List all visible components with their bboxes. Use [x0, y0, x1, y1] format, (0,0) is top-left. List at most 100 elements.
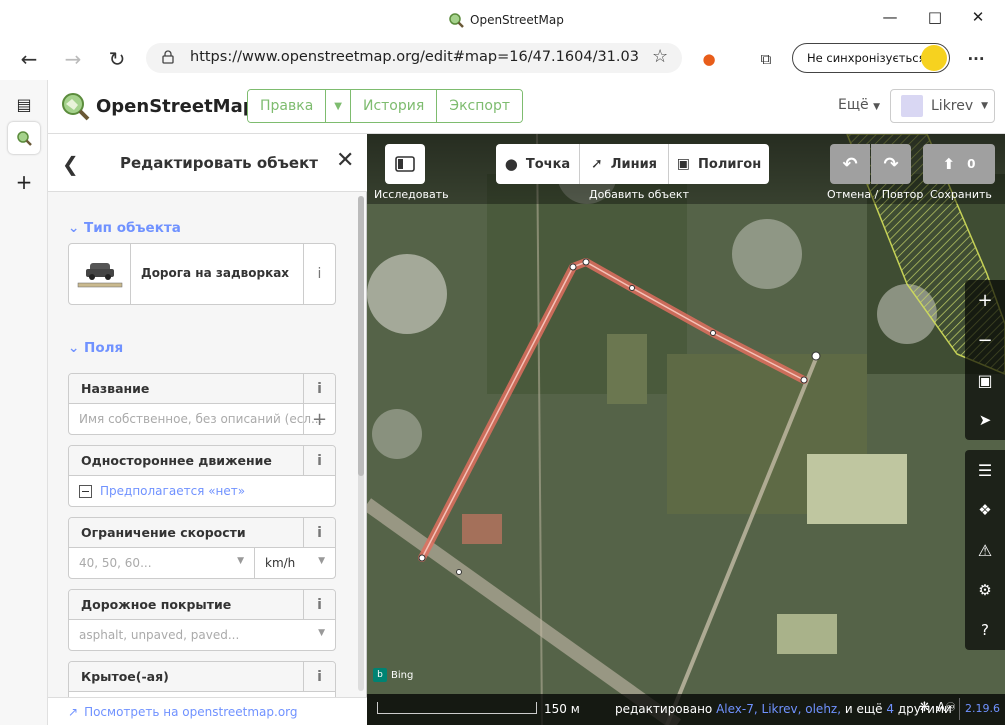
osm-logo-text: OpenStreetMap	[96, 95, 256, 117]
osm-logo[interactable]: OpenStreetMap	[60, 91, 256, 121]
user-menu-button[interactable]: Likrev ▼	[890, 89, 995, 123]
bug-report-icon[interactable]: ❋	[919, 700, 930, 715]
maximize-button[interactable]: □	[920, 6, 950, 28]
osm-favicon-icon	[449, 13, 464, 28]
editors-links[interactable]: Alex-7, Likrev, olehz,	[716, 702, 841, 716]
lock-icon	[162, 50, 174, 64]
browser-toolbar: ← → ↻ https://www.openstreetmap.org/edit…	[0, 38, 1005, 80]
preferences-icon[interactable]: ⚙	[965, 570, 1005, 610]
browse-button[interactable]	[385, 144, 425, 184]
chevron-down-icon: ⌄	[68, 340, 80, 356]
zoom-in-button[interactable]: +	[965, 280, 1005, 320]
preset-info-icon[interactable]: i	[303, 244, 335, 304]
chevron-down-icon: ⌄	[68, 220, 80, 236]
save-button[interactable]: ⬆ 0	[923, 144, 995, 184]
field-label: Одностороннее движение i	[69, 446, 335, 476]
more-menu-button[interactable]: Ещё ▼	[838, 97, 880, 113]
view-on-osm-link[interactable]: ↗ Посмотреть на openstreetmap.org	[48, 697, 367, 725]
field-label: Дорожное покрытие i	[69, 590, 335, 620]
field-oneway-label: Одностороннее движение	[81, 453, 272, 468]
forward-button[interactable]: →	[60, 46, 86, 72]
upload-icon: ⬆	[942, 155, 956, 173]
info-icon[interactable]: i	[303, 374, 335, 404]
tab-actions-icon[interactable]: ▤	[8, 88, 40, 120]
minimize-button[interactable]: —	[875, 6, 905, 28]
info-icon[interactable]: i	[303, 518, 335, 548]
scrollbar-thumb[interactable]	[358, 196, 364, 476]
sidebar-scrollbar[interactable]	[358, 196, 364, 691]
editor-sidebar: ❮ Редактировать объект ✕ ⌄ Тип объекта Д…	[48, 134, 367, 725]
name-input[interactable]: Имя собственное, без описаний (есл... +	[69, 404, 335, 434]
fields-section-toggle[interactable]: ⌄ Поля	[68, 340, 123, 356]
redo-button[interactable]: ↷	[871, 144, 911, 184]
geolocate-icon[interactable]: ➤	[965, 400, 1005, 440]
user-avatar	[901, 95, 923, 117]
help-icon[interactable]: ?	[965, 610, 1005, 650]
reload-button[interactable]: ↻	[104, 46, 130, 72]
sidebar-toggle-icon	[395, 156, 415, 172]
add-localized-name-icon[interactable]: +	[303, 404, 335, 434]
close-window-button[interactable]: ✕	[963, 6, 993, 28]
others-count-link[interactable]: 4	[886, 702, 894, 716]
favorite-star-icon[interactable]: ☆	[652, 46, 668, 67]
zoom-out-button[interactable]: −	[965, 320, 1005, 360]
attribution: редактировано Alex-7, Likrev, olehz, и е…	[615, 702, 952, 716]
add-line-label: Линия	[610, 156, 658, 172]
add-line-button[interactable]: ➚ Линия	[580, 144, 669, 184]
map-data-icon[interactable]: ❖	[965, 490, 1005, 530]
preset-card[interactable]: Дорога на задворках i	[68, 243, 336, 305]
type-section-toggle[interactable]: ⌄ Тип объекта	[68, 220, 181, 236]
oneway-checkbox[interactable]: Предполагается «нет»	[69, 476, 335, 506]
sync-status-button[interactable]: Не синхронізується	[792, 43, 950, 73]
extension-icon[interactable]: ●	[697, 47, 721, 71]
field-maxspeed-label: Ограничение скорости	[81, 525, 246, 540]
export-button[interactable]: Экспорт	[437, 90, 522, 122]
surface-combo[interactable]: asphalt, unpaved, paved... ▼	[69, 620, 335, 650]
version-link[interactable]: 2.19.6	[965, 702, 1000, 715]
osm-header: OpenStreetMap Правка ▼ История Экспорт Е…	[48, 80, 1005, 134]
add-area-label: Полигон	[698, 156, 762, 172]
add-point-button[interactable]: ● Точка	[496, 144, 580, 184]
collections-icon[interactable]: ⧉	[754, 47, 778, 71]
close-icon[interactable]: ✕	[336, 148, 354, 173]
window-title: OpenStreetMap	[448, 12, 564, 28]
map-canvas[interactable]: Исследовать ● Точка ➚ Линия ▣ Полигон До…	[367, 134, 1005, 725]
field-surface: Дорожное покрытие i asphalt, unpaved, pa…	[68, 589, 336, 651]
add-area-button[interactable]: ▣ Полигон	[669, 144, 769, 184]
field-name-label: Название	[81, 381, 150, 396]
info-icon[interactable]: i	[303, 446, 335, 476]
caret-down-icon: ▼	[318, 556, 325, 566]
translate-icon[interactable]: A♾	[937, 700, 956, 714]
edit-button[interactable]: Правка	[248, 90, 327, 122]
user-name: Likrev	[931, 98, 974, 114]
attribution-prefix: редактировано	[615, 702, 713, 716]
field-label: Название i	[69, 374, 335, 404]
undo-button[interactable]: ↶	[830, 144, 870, 184]
new-tab-button[interactable]: +	[8, 166, 40, 198]
maxspeed-row: 40, 50, 60... ▼ km/h ▼	[69, 548, 335, 578]
osm-nav-group: Правка ▼ История Экспорт	[247, 89, 523, 123]
save-count: 0	[967, 157, 976, 171]
layers-icon[interactable]: ☰	[965, 450, 1005, 490]
type-section-label: Тип объекта	[84, 220, 181, 236]
tab-openstreetmap[interactable]	[8, 122, 40, 154]
field-covered-label: Крытое(-ая)	[81, 669, 169, 684]
maxspeed-input[interactable]: 40, 50, 60... ▼	[69, 548, 255, 578]
info-icon[interactable]: i	[303, 590, 335, 620]
browser-titlebar: OpenStreetMap — □ ✕	[0, 0, 1005, 38]
scale-bar[interactable]	[377, 702, 537, 714]
caret-down-icon: ▼	[334, 100, 342, 112]
field-surface-label: Дорожное покрытие	[81, 597, 232, 612]
caret-down-icon: ▼	[873, 102, 881, 112]
back-chevron-icon[interactable]: ❮	[62, 152, 79, 176]
issues-warning-icon[interactable]: ⚠	[965, 530, 1005, 570]
browser-menu-button[interactable]: ···	[964, 47, 988, 71]
address-bar[interactable]: https://www.openstreetmap.org/edit#map=1…	[146, 43, 682, 73]
satellite-imagery	[367, 134, 1005, 725]
back-button[interactable]: ←	[16, 46, 42, 72]
history-button[interactable]: История	[350, 90, 438, 122]
zoom-to-selection-icon[interactable]: ▣	[965, 360, 1005, 400]
info-icon[interactable]: i	[303, 662, 335, 692]
edit-dropdown-button[interactable]: ▼	[326, 90, 351, 122]
speed-unit-select[interactable]: km/h ▼	[255, 548, 335, 578]
